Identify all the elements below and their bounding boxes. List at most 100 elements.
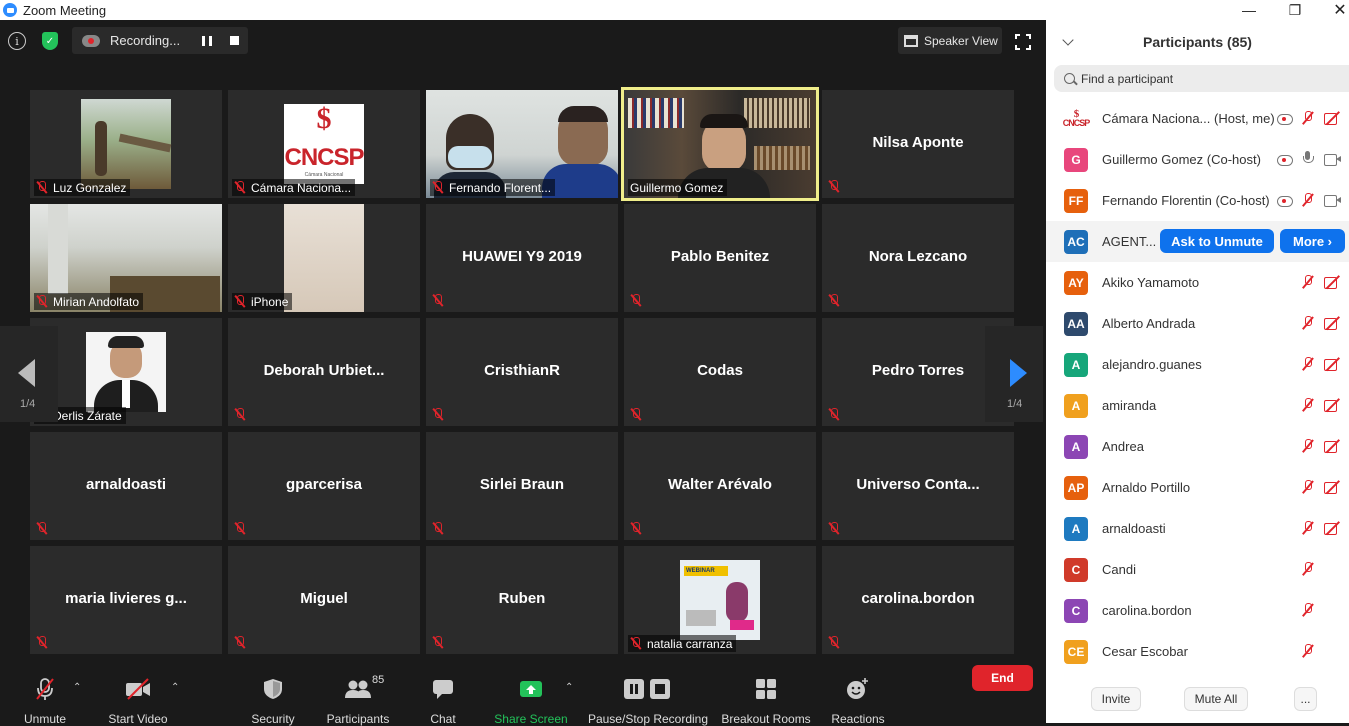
video-tile[interactable]: Codas (624, 318, 816, 426)
video-tile[interactable]: Walter Arévalo (624, 432, 816, 540)
video-tile[interactable]: iPhone (228, 204, 420, 312)
video-tile[interactable]: Deborah Urbiet... (228, 318, 420, 426)
stop-recording-icon[interactable] (230, 36, 240, 45)
participant-row[interactable]: Aarnaldoasti (1046, 508, 1349, 549)
more-options-button[interactable]: ... (1294, 687, 1317, 711)
microphone-muted-icon[interactable] (1302, 111, 1314, 125)
participant-row[interactable]: Aalejandro.guanes (1046, 344, 1349, 385)
invite-button[interactable]: Invite (1091, 687, 1141, 711)
participant-row[interactable]: G Guillermo Gomez (Co-host) (1046, 139, 1349, 180)
participant-row[interactable]: AC AGENT... Ask to Unmute More › (1046, 221, 1349, 262)
ask-to-unmute-button[interactable]: Ask to Unmute (1160, 229, 1274, 253)
microphone-muted-icon[interactable] (1302, 521, 1314, 535)
video-tile[interactable]: Miguel (228, 546, 420, 654)
microphone-muted-icon[interactable] (1302, 357, 1314, 371)
video-tile[interactable]: Universo Conta... (822, 432, 1014, 540)
maximize-button[interactable]: ❐ (1280, 0, 1310, 20)
video-tile[interactable]: carolina.bordon (822, 546, 1014, 654)
pause-recording-icon[interactable] (202, 35, 213, 46)
video-off-icon[interactable] (1324, 112, 1342, 125)
meeting-info-icon[interactable]: i (8, 32, 26, 50)
video-tile[interactable]: Sirlei Braun (426, 432, 618, 540)
video-tile[interactable]: Derlis Zárate (30, 318, 222, 426)
video-off-icon[interactable] (1324, 317, 1342, 330)
participant-row[interactable]: A Andrea (1046, 426, 1349, 467)
microphone-muted-icon[interactable] (1302, 603, 1314, 617)
next-page-button[interactable]: 1/4 (985, 326, 1043, 422)
participants-button[interactable]: 85 Participants (325, 674, 391, 726)
microphone-muted-icon (630, 637, 642, 650)
security-button[interactable]: Security (248, 676, 298, 726)
pause-stop-recording-button[interactable]: Pause/Stop Recording (587, 676, 709, 726)
fullscreen-icon[interactable] (1015, 34, 1031, 50)
previous-page-button[interactable]: 1/4 (0, 326, 58, 422)
video-off-icon[interactable] (1324, 522, 1342, 535)
encryption-shield-icon[interactable]: ✓ (42, 32, 58, 50)
minimize-button[interactable]: — (1234, 0, 1264, 20)
audio-options-caret[interactable]: ⌃ (73, 682, 81, 693)
participant-row[interactable]: AP Arnaldo Portillo (1046, 467, 1349, 508)
close-button[interactable]: ✕ (1325, 0, 1349, 20)
start-video-button[interactable]: Start Video (105, 676, 171, 726)
mute-all-button[interactable]: Mute All (1184, 687, 1248, 711)
avatar: FF (1064, 188, 1088, 213)
participant-row[interactable]: Ccarolina.bordon (1046, 590, 1349, 631)
breakout-rooms-button[interactable]: Breakout Rooms (721, 676, 811, 726)
microphone-muted-icon[interactable] (1302, 644, 1314, 658)
video-options-caret[interactable]: ⌃ (171, 682, 179, 693)
end-meeting-button[interactable]: End (972, 665, 1033, 691)
video-tile[interactable]: WEBINAR natalia carranza (624, 546, 816, 654)
participant-row[interactable]: Aamiranda (1046, 385, 1349, 426)
participant-name-label: Mirian Andolfato (34, 293, 144, 310)
share-options-caret[interactable]: ⌃ (565, 682, 573, 693)
participant-name: Deborah Urbiet... (263, 362, 385, 379)
participant-row[interactable]: AY Akiko Yamamoto (1046, 262, 1349, 303)
share-screen-button[interactable]: Share Screen (493, 676, 569, 726)
video-off-icon[interactable] (1324, 440, 1342, 453)
participant-row[interactable]: $ CNCSP Cámara Naciona... (Host, me) (1046, 98, 1349, 139)
microphone-muted-icon[interactable] (1302, 398, 1314, 412)
video-tile[interactable]: gparcerisa (228, 432, 420, 540)
video-icon[interactable] (1324, 153, 1342, 166)
more-button[interactable]: More › (1280, 229, 1345, 253)
microphone-icon[interactable] (1302, 151, 1314, 167)
video-tile[interactable]: Nora Lezcano (822, 204, 1014, 312)
microphone-muted-icon[interactable] (1302, 316, 1314, 330)
microphone-muted-icon[interactable] (1302, 275, 1314, 289)
video-tile[interactable]: Fernando Florent... (426, 90, 618, 198)
video-off-icon[interactable] (1324, 276, 1342, 289)
video-icon[interactable] (1324, 194, 1342, 207)
reactions-button[interactable]: Reactions (829, 676, 887, 726)
participant-row[interactable]: FF Fernando Florentin (Co-host) (1046, 180, 1349, 221)
participant-name: iPhone (251, 294, 289, 309)
recording-icon (1277, 195, 1293, 207)
video-tile[interactable]: Mirian Andolfato (30, 204, 222, 312)
search-input[interactable] (1081, 71, 1321, 86)
page-indicator: 1/4 (1007, 398, 1023, 410)
participant-row[interactable]: C Candi (1046, 549, 1349, 590)
video-tile[interactable]: CristhianR (426, 318, 618, 426)
video-tile[interactable]: Luz Gonzalez (30, 90, 222, 198)
video-off-icon[interactable] (1324, 399, 1342, 412)
video-tile[interactable]: Guillermo Gomez (621, 87, 819, 201)
microphone-muted-icon[interactable] (1302, 439, 1314, 453)
avatar: CE (1064, 639, 1088, 664)
video-off-icon[interactable] (1324, 481, 1342, 494)
participant-search[interactable] (1054, 65, 1349, 92)
video-off-icon[interactable] (1324, 358, 1342, 371)
speaker-view-button[interactable]: Speaker View (898, 27, 1002, 54)
video-tile[interactable]: HUAWEI Y9 2019 (426, 204, 618, 312)
video-tile[interactable]: $ CNCSP Cámara Nacional Cámara Naciona... (228, 90, 420, 198)
microphone-muted-icon[interactable] (1302, 562, 1314, 576)
video-tile[interactable]: maria livieres g... (30, 546, 222, 654)
video-tile[interactable]: Nilsa Aponte (822, 90, 1014, 198)
video-tile[interactable]: arnaldoasti (30, 432, 222, 540)
participant-row[interactable]: CE Cesar Escobar (1046, 631, 1349, 672)
video-tile[interactable]: Ruben (426, 546, 618, 654)
video-tile[interactable]: Pablo Benitez (624, 204, 816, 312)
chat-button[interactable]: Chat (418, 676, 468, 726)
unmute-button[interactable]: Unmute (20, 676, 70, 726)
microphone-muted-icon[interactable] (1302, 193, 1314, 207)
participant-row[interactable]: AA Alberto Andrada (1046, 303, 1349, 344)
microphone-muted-icon[interactable] (1302, 480, 1314, 494)
